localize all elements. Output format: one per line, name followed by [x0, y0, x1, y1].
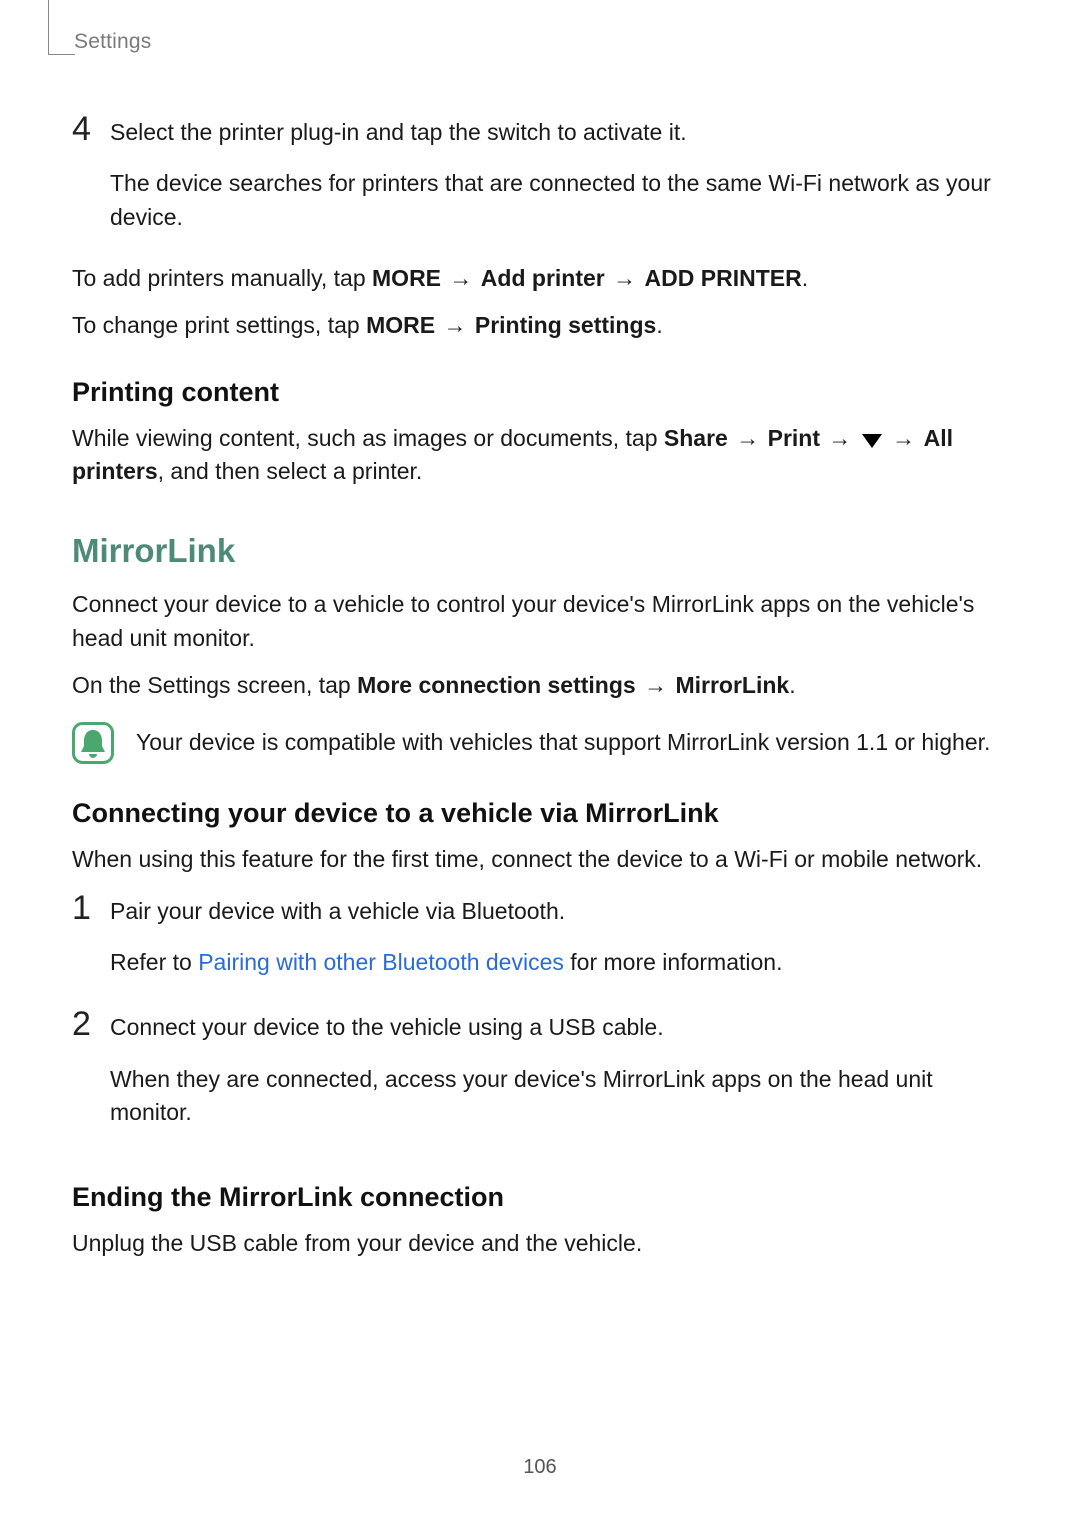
bluetooth-pairing-link[interactable]: Pairing with other Bluetooth devices — [198, 949, 564, 975]
section-label: Settings — [74, 30, 151, 54]
arrow: → — [728, 425, 768, 451]
ui-label: Share — [664, 425, 728, 451]
step-number: 4 — [72, 112, 110, 146]
page: Settings 4 Select the printer plug-in an… — [0, 0, 1080, 1527]
note-callout: Your device is compatible with vehicles … — [72, 720, 1008, 764]
dropdown-triangle-icon — [862, 434, 882, 448]
page-header: Settings — [72, 0, 1008, 68]
text: , and then select a printer. — [158, 458, 423, 484]
step-body: Pair your device with a vehicle via Blue… — [110, 891, 1008, 998]
mirrorlink-path: On the Settings screen, tap More connect… — [72, 669, 1008, 702]
page-number: 106 — [0, 1456, 1080, 1479]
ui-label: Printing settings — [475, 312, 656, 338]
step-4: 4 Select the printer plug-in and tap the… — [72, 112, 1008, 252]
arrow: → — [884, 425, 924, 451]
mirrorlink-heading: MirrorLink — [72, 532, 1008, 570]
change-settings-line: To change print settings, tap MORE → Pri… — [72, 309, 1008, 342]
ui-label: ADD PRINTER — [645, 265, 802, 291]
page-content: 4 Select the printer plug-in and tap the… — [72, 68, 1008, 1260]
ui-label: Print — [768, 425, 820, 451]
arrow: → — [435, 312, 475, 338]
arrow: → — [636, 672, 676, 698]
text: While viewing content, such as images or… — [72, 425, 664, 451]
mirrorlink-intro: Connect your device to a vehicle to cont… — [72, 588, 1008, 655]
ui-label: Add printer — [481, 265, 605, 291]
ui-label: MORE — [366, 312, 435, 338]
printing-content-para: While viewing content, such as images or… — [72, 422, 1008, 489]
note-text: Your device is compatible with vehicles … — [136, 720, 990, 759]
text: . — [789, 672, 795, 698]
step-1: 1 Pair your device with a vehicle via Bl… — [72, 891, 1008, 998]
arrow: → — [605, 265, 645, 291]
text: for more information. — [564, 949, 783, 975]
step-1-line-1: Pair your device with a vehicle via Blue… — [110, 895, 1008, 928]
text: To change print settings, tap — [72, 312, 366, 338]
connecting-intro: When using this feature for the first ti… — [72, 843, 1008, 876]
text: Refer to — [110, 949, 198, 975]
step-1-refer: Refer to Pairing with other Bluetooth de… — [110, 946, 1008, 979]
crop-mark — [48, 0, 75, 55]
bell-note-icon — [72, 722, 114, 764]
step-2-line-2: When they are connected, access your dev… — [110, 1063, 1008, 1130]
ending-body: Unplug the USB cable from your device an… — [72, 1227, 1008, 1260]
text: On the Settings screen, tap — [72, 672, 357, 698]
add-printers-line: To add printers manually, tap MORE → Add… — [72, 262, 1008, 295]
step-body: Select the printer plug-in and tap the s… — [110, 112, 1008, 252]
ui-label: MORE — [372, 265, 441, 291]
arrow: → — [441, 265, 481, 291]
step-2: 2 Connect your device to the vehicle usi… — [72, 1007, 1008, 1147]
step-4-line-1: Select the printer plug-in and tap the s… — [110, 116, 1008, 149]
step-number: 2 — [72, 1007, 110, 1041]
ui-label: More connection settings — [357, 672, 636, 698]
text: . — [802, 265, 808, 291]
text: . — [656, 312, 662, 338]
printing-content-heading: Printing content — [72, 377, 1008, 408]
step-body: Connect your device to the vehicle using… — [110, 1007, 1008, 1147]
step-number: 1 — [72, 891, 110, 925]
ui-label: MirrorLink — [675, 672, 789, 698]
arrow: → — [820, 425, 860, 451]
text: To add printers manually, tap — [72, 265, 372, 291]
step-4-line-2: The device searches for printers that ar… — [110, 167, 1008, 234]
connecting-heading: Connecting your device to a vehicle via … — [72, 798, 1008, 829]
ending-heading: Ending the MirrorLink connection — [72, 1182, 1008, 1213]
step-2-line-1: Connect your device to the vehicle using… — [110, 1011, 1008, 1044]
